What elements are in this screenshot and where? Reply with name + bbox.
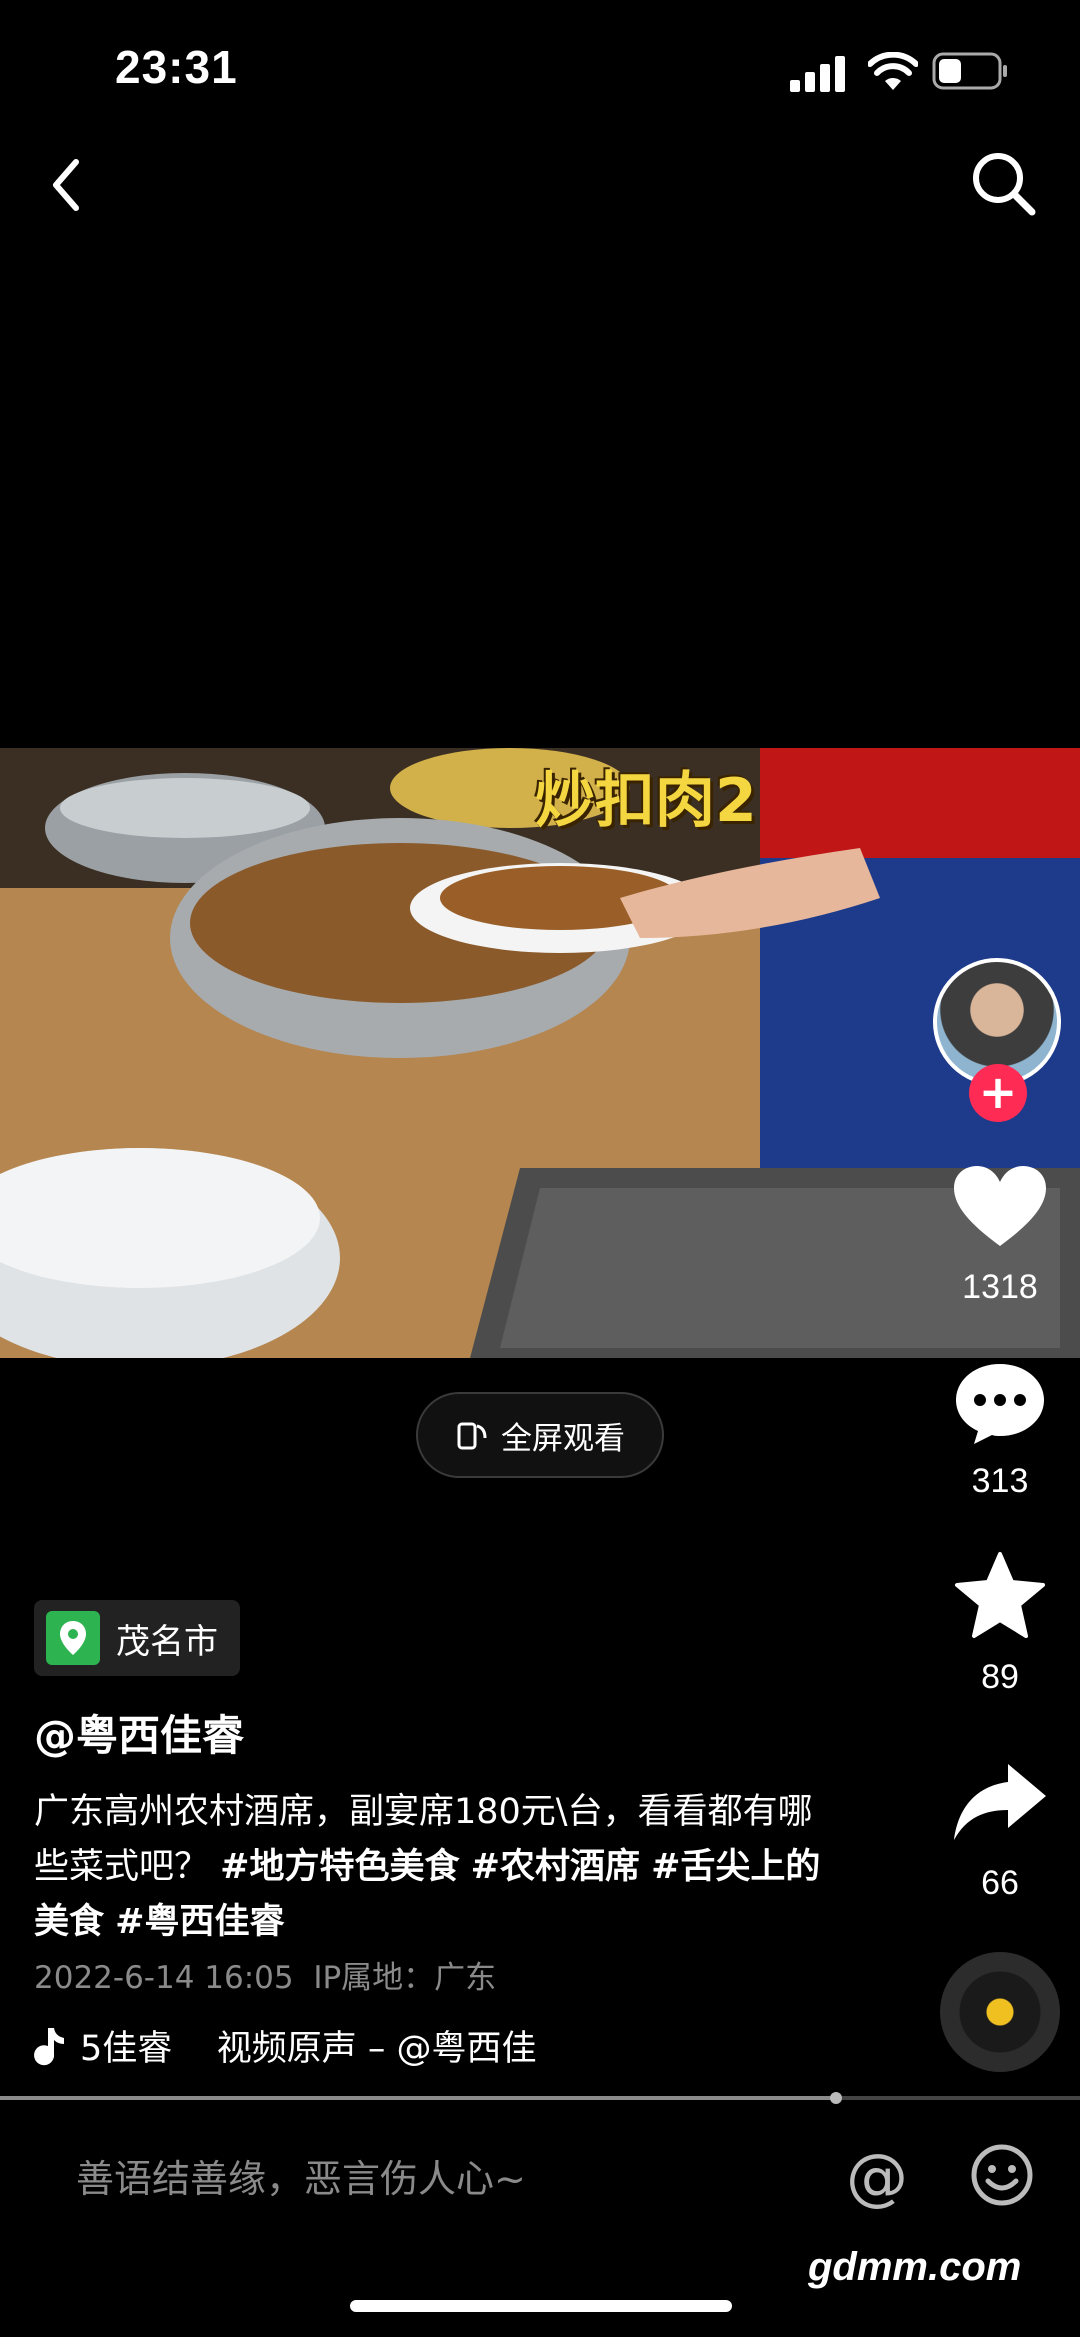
star-icon[interactable] [950,1550,1050,1640]
fullscreen-label: 全屏观看 [501,1420,625,1457]
battery-icon [932,52,1007,90]
video-overlay-caption: 炒扣肉2 [535,766,757,836]
heart-icon[interactable] [950,1162,1050,1252]
post-meta: 2022-6-14 16:05 IP属地：广东 [34,1960,497,1996]
mention-icon[interactable]: @ [846,2140,908,2213]
post-caption: 广东高州农村酒席，副宴席180元\台，看看都有哪些菜式吧？ #地方特色美食 #农… [34,1785,834,1950]
hashtag[interactable]: #粤西佳睿 [115,1902,284,1942]
like-count: 1318 [962,1268,1038,1306]
progress-fill [0,2096,836,2100]
music-row[interactable]: 5佳睿 视频原声 – @粤西佳 [34,2020,620,2071]
hashtag[interactable]: #农村酒席 [471,1847,640,1887]
video-player[interactable] [0,748,1080,1358]
share-icon[interactable] [950,1758,1050,1848]
favorite-count: 89 [981,1658,1019,1696]
share-count: 66 [981,1864,1019,1902]
video-frame-illustration [0,748,1080,1358]
progress-handle[interactable] [830,2092,842,2104]
fullscreen-button[interactable]: 全屏观看 [416,1392,664,1478]
fullscreen-rotate-icon [457,1422,487,1450]
hashtag[interactable]: #地方特色美食 [220,1847,459,1887]
music-note-icon [34,2027,64,2065]
status-time: 23:31 [115,41,238,93]
comment-input[interactable]: 善语结善缘，恶言伤人心~ [76,2148,526,2203]
back-icon[interactable] [42,150,92,220]
location-label: 茂名市 [116,1621,218,1662]
comment-count: 313 [971,1462,1029,1500]
home-indicator [350,2300,732,2312]
cell-signal-icon [790,56,845,92]
wifi-icon [868,52,918,90]
watermark: gdmm.com [808,2245,1022,2289]
comment-icon[interactable] [950,1358,1050,1448]
location-pin-icon [46,1611,100,1665]
music-title: 5佳睿 视频原声 – @粤西佳 [80,2029,537,2069]
follow-button[interactable]: + [969,1064,1027,1122]
emoji-icon[interactable] [970,2143,1034,2207]
location-tag[interactable]: 茂名市 [34,1600,240,1676]
search-icon[interactable] [968,148,1038,218]
author-name[interactable]: @粤西佳睿 [34,1702,244,1763]
music-disc-icon[interactable] [940,1952,1060,2072]
